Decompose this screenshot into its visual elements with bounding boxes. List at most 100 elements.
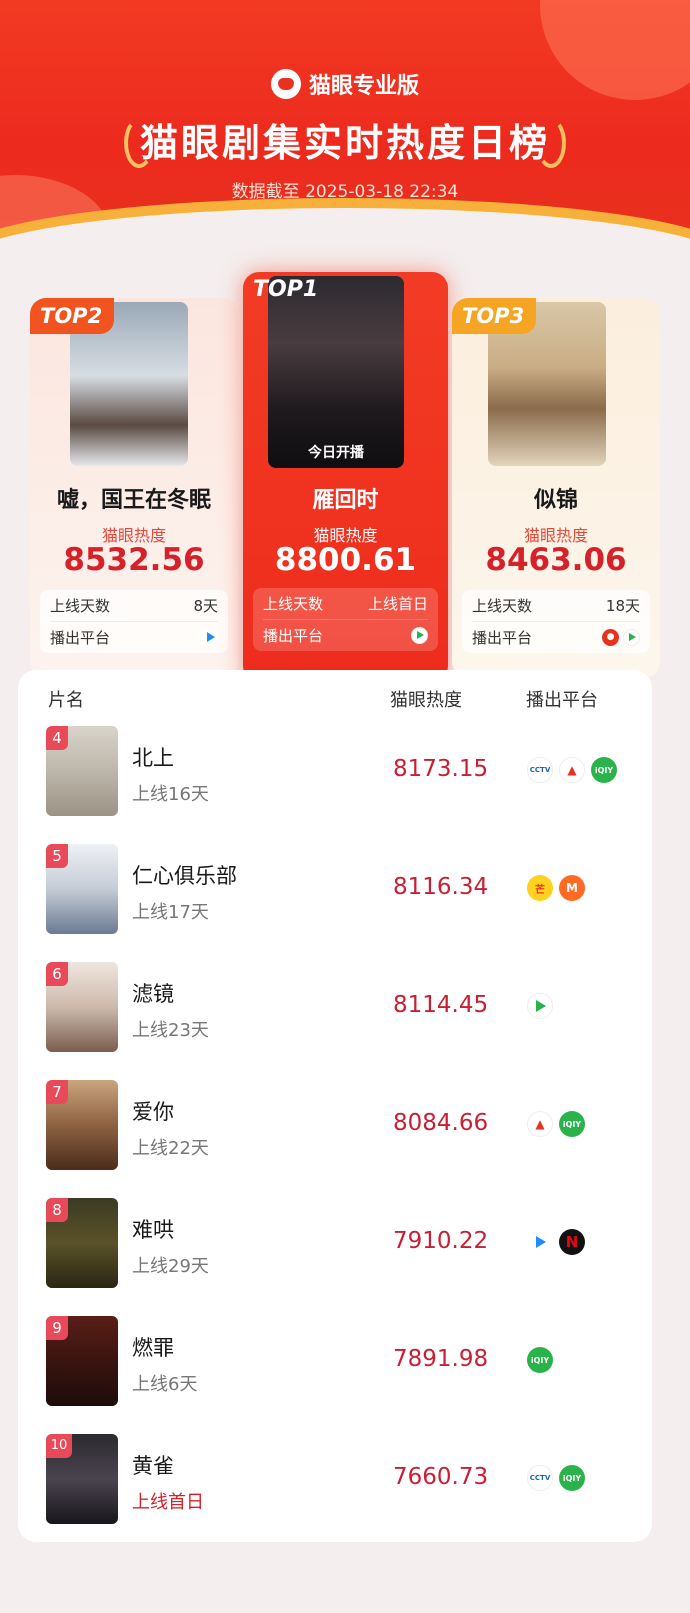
table-row[interactable]: 4 北上 上线16天 8173.15 [18, 726, 652, 844]
row-score: 7891.98 [393, 1346, 489, 1372]
row-days: 上线22天 [132, 1138, 209, 1159]
top3-stats: 上线天数 18天 播出平台 [462, 590, 650, 653]
row-poster: 6 [46, 962, 118, 1052]
platform-label: 播出平台 [263, 626, 324, 645]
row-days: 上线29天 [132, 1256, 209, 1277]
days-value: 18天 [605, 597, 640, 615]
row-score: 7660.73 [393, 1464, 489, 1490]
platform-label: 播出平台 [472, 628, 533, 647]
row-poster: 5 [46, 844, 118, 934]
top1-score: 8800.61 [274, 542, 417, 578]
table-row[interactable]: 5 仁心俱乐部 上线17天 8116.34 [18, 844, 652, 962]
top1-stats: 上线天数 上线首日 播出平台 [253, 588, 438, 651]
top3-title: 似锦 [533, 488, 578, 513]
row-score: 8084.66 [393, 1110, 489, 1136]
top2-card[interactable]: TOP2 嘘，国王在冬眠 猫眼热度 8532.56 上线天数 8天 播出平台 [30, 298, 238, 678]
brand: 猫眼专业版 [0, 68, 690, 100]
table-row[interactable]: 8 难哄 上线29天 7910.22 [18, 1198, 652, 1316]
top1-title: 雁回时 [312, 488, 379, 513]
row-title: 北上 [132, 746, 174, 770]
rank-badge: 6 [46, 962, 68, 986]
days-value: 上线首日 [367, 595, 428, 613]
row-poster: 4 [46, 726, 118, 816]
column-header-heat: 猫眼热度 [390, 690, 462, 711]
rank-badge: 8 [46, 1198, 68, 1222]
row-platforms [527, 1347, 553, 1373]
top3-card[interactable]: TOP3 似锦 猫眼热度 8463.06 上线天数 18天 播出平台 [452, 298, 660, 678]
top2-title: 嘘，国王在冬眠 [56, 488, 211, 513]
column-header-platform: 播出平台 [526, 690, 598, 711]
rank-badge: 9 [46, 1316, 68, 1340]
row-platforms [527, 1465, 585, 1491]
row-poster: 7 [46, 1080, 118, 1170]
row-platforms [527, 993, 553, 1019]
tencent-icon [527, 993, 553, 1019]
table-row[interactable]: 7 爱你 上线22天 8084.66 [18, 1080, 652, 1198]
iqiyi-icon [559, 1465, 585, 1491]
tencent-icon [411, 626, 428, 644]
cctv-icon [527, 1465, 553, 1491]
row-platforms [527, 757, 617, 783]
platform-label: 播出平台 [50, 628, 111, 647]
youku-icon [201, 628, 218, 646]
row-poster: 8 [46, 1198, 118, 1288]
top2-stats: 上线天数 8天 播出平台 [40, 590, 228, 653]
poster-caption: 今日开播 [308, 445, 364, 461]
ranking-list: 片名 猫眼热度 播出平台 4 北上 上线16天 8173.15 5 仁心俱乐部 … [18, 670, 652, 1542]
row-score: 8173.15 [393, 756, 489, 782]
data-timestamp: 数据截至 2025-03-18 22:34 [231, 182, 459, 202]
table-row[interactable]: 10 黄雀 上线首日 7660.73 [18, 1434, 652, 1552]
row-poster: 9 [46, 1316, 118, 1406]
top2-score: 8532.56 [63, 542, 205, 578]
column-header-name: 片名 [48, 690, 84, 711]
row-score: 8114.45 [393, 992, 489, 1018]
days-label: 上线天数 [472, 597, 533, 615]
mgtv-icon [559, 875, 585, 901]
top1-card[interactable]: 今日开播 TOP1 雁回时 猫眼热度 8800.61 上线天数 上线首日 播出平… [243, 272, 448, 682]
row-title: 滤镜 [132, 982, 174, 1006]
table-row[interactable]: 9 燃罪 上线6天 7891.98 [18, 1316, 652, 1434]
row-title: 黄雀 [132, 1454, 174, 1478]
rank-badge: 5 [46, 844, 68, 868]
row-title: 难哄 [132, 1218, 174, 1242]
days-value: 8天 [193, 597, 218, 615]
iqiyi-icon [559, 1111, 585, 1137]
brand-name: 猫眼专业版 [308, 74, 419, 99]
row-title: 爱你 [132, 1100, 174, 1124]
row-days: 上线6天 [132, 1374, 198, 1395]
page-title: 猫眼剧集实时热度日榜 [139, 121, 550, 165]
top2-rank-tag: TOP2 [30, 298, 115, 334]
top1-rank-tag: TOP1 [253, 277, 319, 302]
row-score: 8116.34 [393, 874, 489, 900]
row-platforms [527, 1229, 585, 1255]
youku-icon [527, 1229, 553, 1255]
rank-badge: 7 [46, 1080, 68, 1104]
days-label: 上线天数 [263, 595, 324, 613]
rank-badge: 10 [46, 1434, 72, 1458]
bjtv-icon [527, 1111, 553, 1137]
cctv-icon [527, 757, 553, 783]
row-title: 燃罪 [132, 1336, 174, 1360]
row-poster: 10 [46, 1434, 118, 1524]
maoyan-logo-icon [270, 69, 301, 99]
netflix-icon [559, 1229, 585, 1255]
drama-icon [602, 628, 619, 646]
hunan-icon [527, 875, 553, 901]
table-row[interactable]: 6 滤镜 上线23天 8114.45 [18, 962, 652, 1080]
bjtv-icon [559, 757, 585, 783]
days-label: 上线天数 [50, 597, 111, 615]
row-days: 上线首日 [132, 1492, 204, 1513]
row-days: 上线16天 [132, 784, 209, 805]
rank-badge: 4 [46, 726, 68, 750]
iqiyi-icon [591, 757, 617, 783]
row-platforms [527, 1111, 585, 1137]
row-days: 上线23天 [132, 1020, 209, 1041]
iqiyi-icon [527, 1347, 553, 1373]
top3-rank-tag: TOP3 [452, 298, 537, 334]
row-title: 仁心俱乐部 [132, 864, 237, 888]
top3-score: 8463.06 [485, 542, 627, 578]
tencent-icon [623, 628, 640, 646]
row-score: 7910.22 [393, 1228, 489, 1254]
row-platforms [527, 875, 585, 901]
row-days: 上线17天 [132, 902, 209, 923]
